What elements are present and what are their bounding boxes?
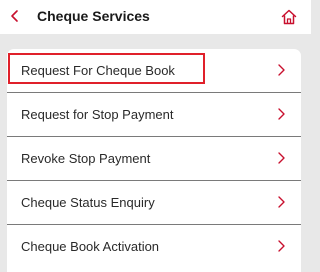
chevron-left-icon <box>11 10 18 22</box>
chevron-right-icon <box>278 196 285 208</box>
app-header: Cheque Services <box>0 0 311 34</box>
menu-item-request-stop-payment[interactable]: Request for Stop Payment <box>7 93 301 137</box>
menu-item-cheque-status-enquiry[interactable]: Cheque Status Enquiry <box>7 181 301 225</box>
menu-item-cheque-book-activation[interactable]: Cheque Book Activation <box>7 225 301 269</box>
back-button[interactable] <box>4 5 26 27</box>
menu-item-label: Cheque Book Activation <box>21 239 160 254</box>
home-icon <box>281 9 297 25</box>
cheque-services-menu: Request For Cheque Book Request for Stop… <box>7 49 301 272</box>
chevron-right-icon <box>278 108 285 120</box>
menu-item-revoke-stop-payment[interactable]: Revoke Stop Payment <box>7 137 301 181</box>
chevron-right-icon <box>278 152 285 164</box>
menu-item-label: Revoke Stop Payment <box>21 151 151 166</box>
chevron-right-icon <box>278 64 285 76</box>
page-title: Cheque Services <box>37 8 150 24</box>
chevron-right-icon <box>278 240 285 252</box>
home-button[interactable] <box>277 5 301 29</box>
menu-item-label: Request For Cheque Book <box>21 63 175 78</box>
menu-item-label: Request for Stop Payment <box>21 107 174 122</box>
menu-item-label: Cheque Status Enquiry <box>21 195 155 210</box>
menu-item-request-cheque-book[interactable]: Request For Cheque Book <box>7 49 301 93</box>
